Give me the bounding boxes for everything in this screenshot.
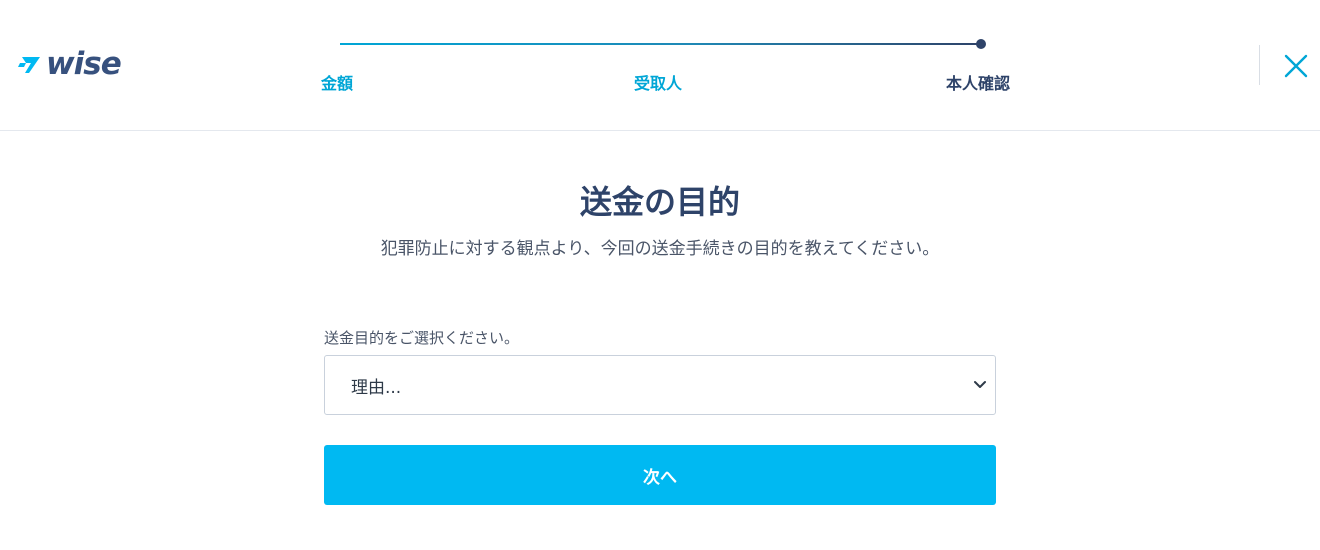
chevron-down-icon (974, 381, 986, 388)
next-button[interactable]: 次へ (324, 445, 996, 505)
progress-line (340, 43, 980, 45)
close-icon (1284, 54, 1308, 78)
wise-flag-icon (18, 57, 40, 73)
wise-logo[interactable]: wise (18, 46, 122, 82)
purpose-select-value: 理由... (351, 377, 402, 398)
step-recipient[interactable]: 受取人 (634, 74, 682, 94)
step-amount[interactable]: 金額 (321, 74, 353, 94)
header: wise 金額 受取人 本人確認 (0, 0, 1320, 131)
purpose-select-label: 送金目的をご選択ください。 (324, 329, 520, 347)
purpose-select[interactable]: 理由... (324, 355, 996, 415)
close-button[interactable] (1280, 50, 1312, 82)
page-subtitle: 犯罪防止に対する観点より、今回の送金手続きの目的を教えてください。 (380, 239, 940, 259)
progress-current-dot (976, 39, 986, 49)
progress-bar (338, 36, 988, 56)
page-title: 送金の目的 (579, 183, 740, 221)
logo-text: wise (46, 46, 122, 82)
header-divider (1259, 45, 1260, 85)
step-verification: 本人確認 (946, 74, 1011, 93)
